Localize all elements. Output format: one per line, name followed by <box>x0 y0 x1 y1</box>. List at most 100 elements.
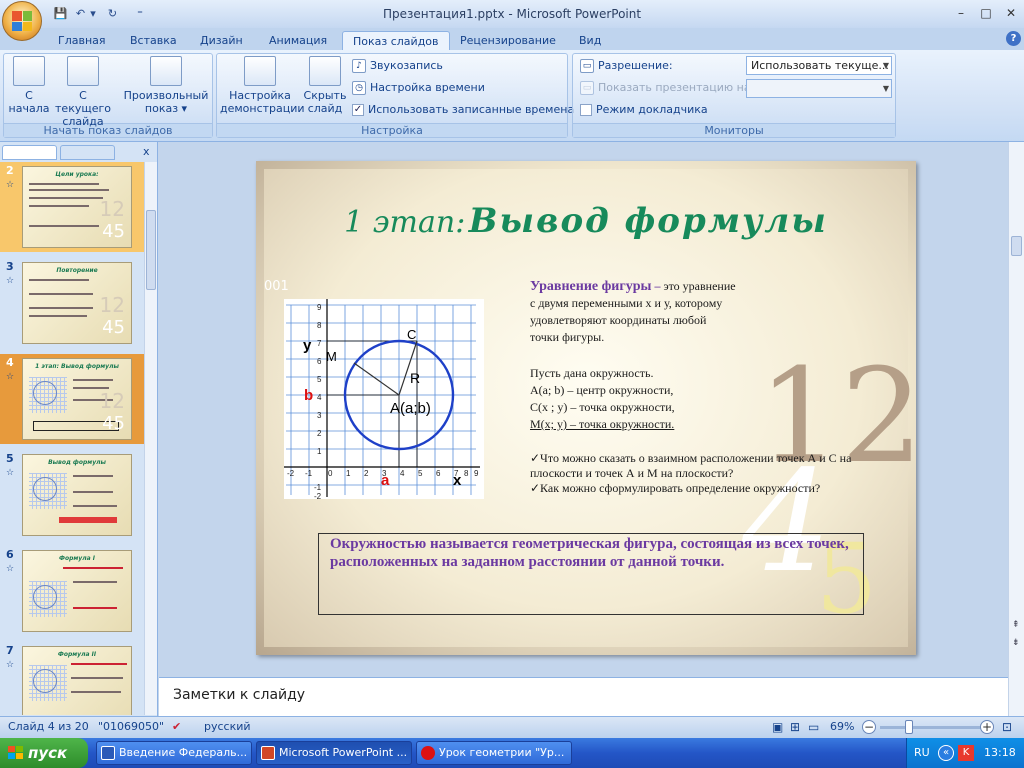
zoom-slider-thumb[interactable] <box>905 720 913 734</box>
taskbar-powerpoint[interactable]: Microsoft PowerPoint ... <box>256 741 412 765</box>
thumbnails-scrollbar[interactable] <box>144 162 157 715</box>
equation-line-2: с двумя переменными х и у, которому <box>530 296 723 310</box>
tab-review[interactable]: Рецензирование <box>450 31 566 50</box>
slide-preview: 1 этап: Вывод формулы 12 45 <box>22 358 132 440</box>
spellcheck-icon[interactable]: ✔ <box>172 720 181 733</box>
task-label: Microsoft PowerPoint ... <box>279 746 408 759</box>
show-on-dropdown[interactable]: ▼ <box>746 79 892 98</box>
scrollbar-thumb[interactable] <box>146 210 156 290</box>
close-button[interactable]: ✕ <box>1000 5 1022 21</box>
tab-insert[interactable]: Вставка <box>120 31 187 50</box>
from-current-button[interactable]: С текущего слайда <box>52 56 114 128</box>
zoom-slider[interactable] <box>880 726 980 729</box>
slide-number: 3 <box>6 260 14 273</box>
next-slide-icon[interactable]: ⇟ <box>1012 638 1020 648</box>
checkbox-checked-icon: ✓ <box>352 104 364 116</box>
x-tick: 9 <box>474 469 479 478</box>
y-tick: -1 <box>314 483 322 492</box>
powerpoint-icon <box>261 746 275 760</box>
theme-name[interactable]: "01069050" <box>98 720 164 733</box>
coordinate-graph[interactable]: -2 -1 0 1 2 3 4 5 6 7 8 9 9 8 7 6 5 4 3 … <box>284 299 484 499</box>
scrollbar-thumb[interactable] <box>1011 236 1022 256</box>
minimize-button[interactable]: – <box>950 5 972 21</box>
circle-description[interactable]: Пусть дана окружность. A(a; b) – центр о… <box>530 365 830 433</box>
windows-logo-icon <box>8 746 23 759</box>
slide-number: 7 <box>6 644 14 657</box>
equation-definition-text[interactable]: Уравнение фигуры – это уравнение с двумя… <box>530 278 830 346</box>
tab-home[interactable]: Главная <box>48 31 116 50</box>
thumbnail-slide-5[interactable]: 5 ☆ Вывод формулы <box>0 450 144 540</box>
rehearse-timings-button[interactable]: ◷ Настройка времени <box>352 79 485 97</box>
clock: 13:18 <box>984 746 1016 759</box>
from-beginning-button[interactable]: С начала <box>6 56 52 115</box>
language-indicator[interactable]: русский <box>204 720 251 733</box>
taskbar-word-doc[interactable]: Введение Федераль... <box>96 741 252 765</box>
vertical-scrollbar[interactable]: ⇞ ⇟ <box>1008 142 1024 716</box>
office-button[interactable] <box>2 1 42 41</box>
slide-number: 5 <box>6 452 14 465</box>
zoom-level[interactable]: 69% <box>830 720 854 733</box>
slide-number: 4 <box>6 356 14 369</box>
slideshow-view-icon[interactable]: ▭ <box>808 720 819 734</box>
slide-canvas[interactable]: 1 2 4 5 1 этап: Вывод формулы 001 -2 -1 0 <box>256 161 923 655</box>
tray-arrow-icon[interactable]: « <box>938 745 954 761</box>
center-label: A(a;b) <box>390 400 431 417</box>
antivirus-icon[interactable]: K <box>958 745 974 761</box>
thumbnail-slide-4[interactable]: 4 ☆ 1 этап: Вывод формулы 12 45 <box>0 354 144 444</box>
y-tick: 5 <box>317 375 322 384</box>
resolution-dropdown[interactable]: Использовать текуще... ▼ <box>746 56 892 75</box>
tab-slides-pane[interactable] <box>2 145 57 160</box>
zoom-in-icon[interactable]: + <box>980 720 994 734</box>
thumbnail-slide-2[interactable]: 2 ☆ Цели урока: 12 45 <box>0 162 144 252</box>
taskbar-opera[interactable]: Урок геометрии "Ур... <box>416 741 572 765</box>
y-tick: -2 <box>314 492 322 499</box>
y-tick: 3 <box>317 411 322 420</box>
window-title: Презентация1.pptx - Microsoft PowerPoint <box>382 7 642 21</box>
tab-view[interactable]: Вид <box>569 31 611 50</box>
transition-icon: ☆ <box>6 180 15 190</box>
custom-show-button[interactable]: Произвольный показ ▾ <box>122 56 210 115</box>
maximize-button[interactable]: □ <box>975 5 997 21</box>
keyboard-language[interactable]: RU <box>914 746 930 759</box>
fit-to-window-icon[interactable]: ⊡ <box>1002 720 1012 734</box>
x-tick: 2 <box>364 469 369 478</box>
timing-label: Настройка времени <box>370 81 485 94</box>
x-tick: 0 <box>328 469 333 478</box>
record-narration-button[interactable]: ♪ Звукозапись <box>352 57 443 75</box>
task-label: Урок геометрии "Ур... <box>439 746 565 759</box>
tab-design[interactable]: Дизайн <box>190 31 253 50</box>
setup-show-button[interactable]: Настройка демонстрации <box>220 56 305 115</box>
x-axis-label: x <box>453 472 462 489</box>
prev-slide-icon[interactable]: ⇞ <box>1012 620 1020 630</box>
slide-number: 6 <box>6 548 14 561</box>
zoom-out-icon[interactable]: − <box>862 720 876 734</box>
use-timings-checkbox[interactable]: ✓ Использовать записанные времена <box>352 101 574 119</box>
point-c-label: C <box>407 327 416 342</box>
tab-slideshow[interactable]: Показ слайдов <box>342 31 450 50</box>
thumbnail-title: Формула I <box>59 555 95 562</box>
sorter-view-icon[interactable]: ⊞ <box>790 720 800 734</box>
y-tick: 2 <box>317 429 322 438</box>
slide-title[interactable]: 1 этап: Вывод формулы <box>256 201 916 241</box>
tab-animation[interactable]: Анимация <box>259 31 337 50</box>
thumbnail-title: Цели урока: <box>55 171 99 178</box>
thumbnail-slide-7[interactable]: 7 ☆ Формула II <box>0 642 144 715</box>
tab-outline-pane[interactable] <box>60 145 115 160</box>
graph-axes <box>284 299 480 497</box>
normal-view-icon[interactable]: ▣ <box>772 720 783 734</box>
record-label: Звукозапись <box>370 59 443 72</box>
hide-slide-button[interactable]: Скрыть слайд <box>302 56 348 115</box>
custom-show-label-1: Произвольный <box>123 89 209 102</box>
close-pane-icon[interactable]: x <box>143 145 150 158</box>
thumbnail-slide-3[interactable]: 3 ☆ Повторение 12 45 <box>0 258 144 348</box>
thumbnail-title: Вывод формулы <box>48 459 106 466</box>
notes-placeholder[interactable]: Заметки к слайду <box>173 687 305 703</box>
questions-text[interactable]: ✓Что можно сказать о взаимном расположен… <box>530 451 860 496</box>
graph-tick-labels: -2 -1 0 1 2 3 4 5 6 7 8 9 9 8 7 6 5 4 3 … <box>287 303 479 499</box>
presenter-view-checkbox[interactable]: Режим докладчика <box>580 101 708 119</box>
help-icon[interactable]: ? <box>1006 31 1021 46</box>
thumbnail-slide-6[interactable]: 6 ☆ Формула I <box>0 546 144 636</box>
setup-show-label-1: Настройка <box>229 89 291 102</box>
presenter-view-label: Режим докладчика <box>596 103 708 116</box>
monitor-icon: ▭ <box>580 81 594 95</box>
